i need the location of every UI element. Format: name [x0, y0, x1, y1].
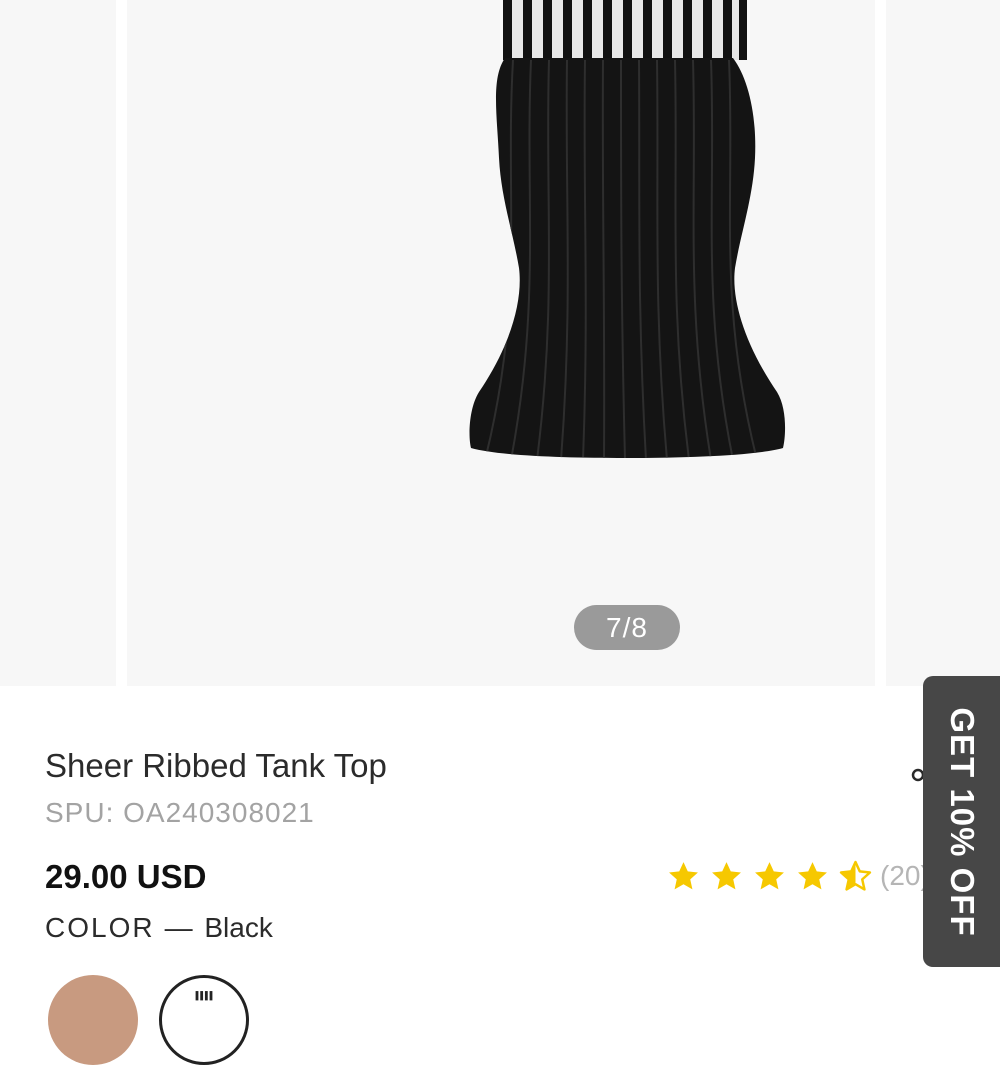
product-image	[469, 0, 786, 458]
star-icon	[798, 861, 827, 889]
current-slide[interactable]: 7/8	[127, 0, 875, 686]
color-separator: —	[164, 912, 193, 943]
star-icon	[712, 861, 741, 889]
promo-label: GET 10% OFF	[943, 706, 981, 937]
color-value: Black	[204, 912, 273, 943]
discount-promo-tab[interactable]: GET 10% OFF	[923, 676, 1000, 967]
product-spu: SPU: OA240308021	[45, 797, 315, 828]
next-slide[interactable]	[886, 0, 1000, 686]
product-title: Sheer Ribbed Tank Top	[45, 747, 387, 784]
swatch-thumbnail	[195, 991, 213, 1001]
product-price: 29.00 USD	[45, 858, 207, 895]
color-swatch-brown[interactable]	[48, 975, 138, 1065]
color-swatch-black[interactable]	[159, 975, 249, 1065]
product-rating[interactable]: (20)	[667, 856, 930, 896]
image-counter: 7/8	[574, 605, 680, 650]
star-icon	[669, 861, 698, 889]
star-icon	[755, 861, 784, 889]
color-label: COLOR	[45, 912, 155, 943]
half-star-icon	[839, 860, 872, 891]
product-gallery[interactable]: 7/8	[0, 0, 1000, 686]
color-selection: COLOR — Black	[45, 912, 273, 944]
previous-slide[interactable]	[0, 0, 116, 686]
